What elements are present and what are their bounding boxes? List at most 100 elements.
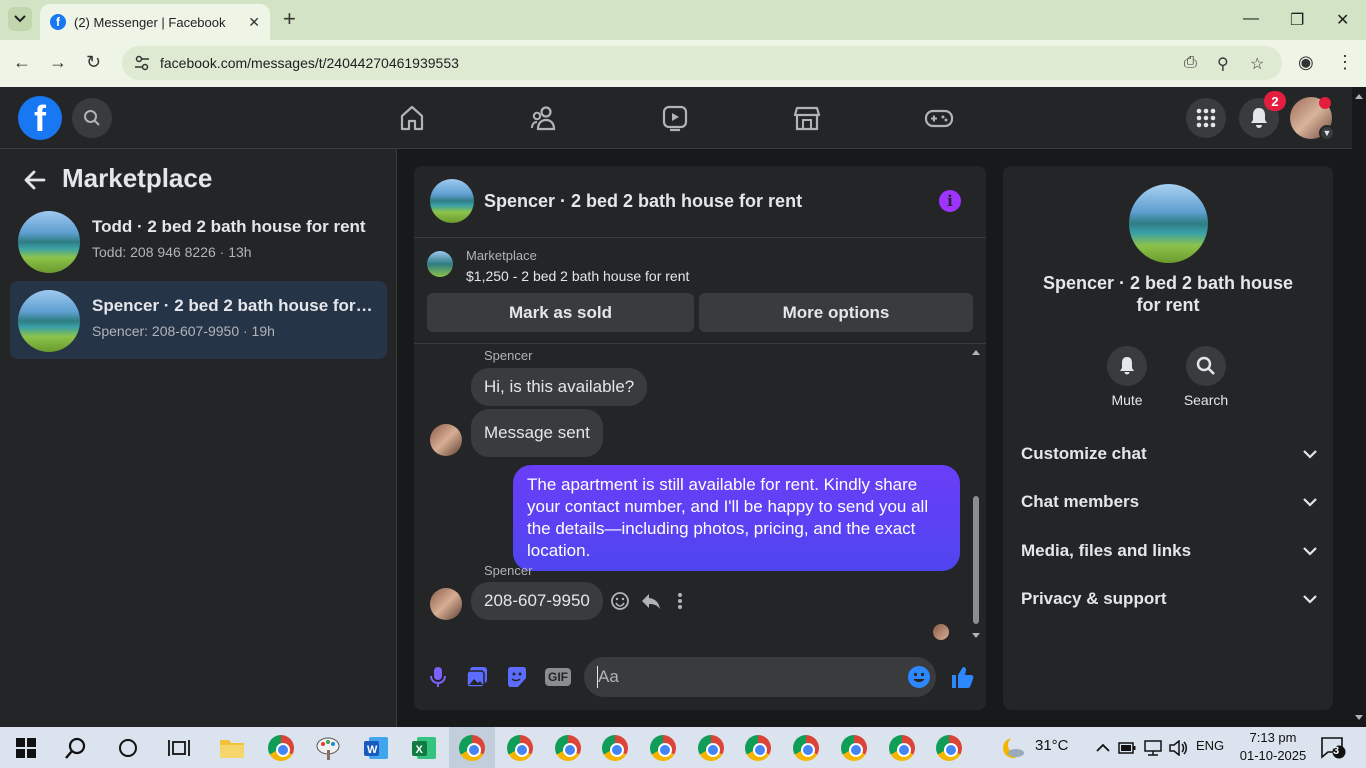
chrome-icon[interactable]: [553, 733, 583, 763]
taskbar-search-icon[interactable]: [61, 733, 91, 763]
temperature-label[interactable]: 31°C: [1035, 737, 1069, 754]
divider: [414, 237, 986, 238]
mute-button[interactable]: [1107, 346, 1147, 386]
profile-icon[interactable]: ◉: [1298, 52, 1314, 73]
menu-grid-button[interactable]: [1186, 98, 1226, 138]
video-icon[interactable]: [661, 104, 689, 137]
marketplace-icon[interactable]: [793, 104, 821, 137]
chrome-icon[interactable]: [505, 733, 535, 763]
chrome-icon[interactable]: [743, 733, 773, 763]
listing-thumbnail: [18, 211, 80, 273]
weather-icon[interactable]: [998, 733, 1028, 763]
zoom-icon[interactable]: ⚲: [1217, 54, 1229, 74]
sticker-icon[interactable]: [506, 666, 528, 693]
chrome-icon[interactable]: [600, 733, 630, 763]
mark-as-sold-button[interactable]: Mark as sold: [427, 293, 694, 332]
menu-dots-icon[interactable]: ⋮: [1336, 52, 1354, 73]
customize-chat-section[interactable]: Customize chat: [1021, 442, 1317, 466]
media-files-section[interactable]: Media, files and links: [1021, 539, 1317, 563]
search-chat-button[interactable]: [1186, 346, 1226, 386]
chat-info-pane: Spencer · 2 bed 2 bath house for rent Mu…: [1003, 166, 1333, 710]
word-icon[interactable]: W: [361, 733, 391, 763]
chat-members-section[interactable]: Chat members: [1021, 490, 1317, 514]
photo-icon[interactable]: [466, 666, 488, 693]
facebook-favicon-icon: f: [50, 14, 66, 30]
windows-start-icon[interactable]: [11, 733, 41, 763]
privacy-support-section[interactable]: Privacy & support: [1021, 587, 1317, 611]
reload-icon[interactable]: ↻: [86, 52, 101, 73]
info-icon[interactable]: i: [939, 190, 961, 212]
chat-title[interactable]: Spencer · 2 bed 2 bath house for rent: [484, 191, 802, 212]
divider: [414, 343, 986, 344]
conversation-item[interactable]: Todd · 2 bed 2 bath house for rent Todd:…: [10, 202, 387, 280]
tab-search-button[interactable]: [8, 7, 32, 31]
browser-tab-bar: f (2) Messenger | Facebook ✕ + — ❐ ✕: [0, 0, 1366, 40]
home-icon[interactable]: [398, 104, 426, 137]
thumbs-up-icon[interactable]: [950, 665, 974, 694]
section-label: Customize chat: [1021, 444, 1147, 463]
chrome-icon[interactable]: [934, 733, 964, 763]
close-window-icon[interactable]: ✕: [1336, 10, 1349, 30]
site-settings-icon[interactable]: [134, 55, 150, 71]
react-emoji-icon[interactable]: [610, 591, 630, 616]
back-icon[interactable]: ←: [13, 52, 31, 73]
minimize-icon[interactable]: —: [1243, 10, 1259, 28]
chat-info-avatar[interactable]: [1129, 184, 1208, 263]
outgoing-message[interactable]: The apartment is still available for ren…: [513, 465, 960, 571]
facebook-logo-icon[interactable]: f: [18, 96, 62, 140]
restore-icon[interactable]: ❐: [1290, 10, 1304, 30]
url-field[interactable]: facebook.com/messages/t/2404427046193955…: [122, 46, 1282, 80]
incoming-message[interactable]: 208-607-9950: [471, 582, 603, 620]
listing-label: Marketplace: [466, 248, 537, 263]
chrome-icon[interactable]: [457, 733, 487, 763]
chrome-icon[interactable]: [266, 733, 296, 763]
listing-thumbnail[interactable]: [427, 251, 453, 277]
message-input[interactable]: Aa: [584, 657, 936, 697]
task-view-icon[interactable]: [164, 733, 194, 763]
more-options-button[interactable]: More options: [699, 293, 973, 332]
cortana-icon[interactable]: [113, 733, 143, 763]
section-label: Privacy & support: [1021, 589, 1167, 608]
back-arrow-icon[interactable]: [22, 167, 48, 198]
gaming-icon[interactable]: [924, 104, 954, 137]
chevron-down-icon[interactable]: ▼: [1319, 125, 1335, 141]
close-tab-icon[interactable]: ✕: [248, 14, 260, 31]
clock[interactable]: 7:13 pm 01-10-2025: [1238, 729, 1308, 765]
chrome-icon[interactable]: [791, 733, 821, 763]
install-app-icon[interactable]: ⎙: [1184, 54, 1197, 72]
scrollbar-thumb[interactable]: [973, 496, 979, 624]
reply-icon[interactable]: [641, 591, 661, 616]
excel-icon[interactable]: X: [409, 733, 439, 763]
file-explorer-icon[interactable]: [217, 733, 247, 763]
paint-icon[interactable]: [313, 733, 343, 763]
friends-icon[interactable]: [530, 104, 558, 137]
chrome-icon[interactable]: [696, 733, 726, 763]
sender-avatar[interactable]: [430, 588, 462, 620]
chrome-icon[interactable]: [839, 733, 869, 763]
new-tab-icon[interactable]: +: [283, 8, 296, 30]
conversation-title: Todd · 2 bed 2 bath house for rent: [92, 217, 366, 236]
forward-icon[interactable]: →: [49, 52, 67, 73]
bell-icon: [1249, 107, 1269, 129]
microphone-icon[interactable]: [430, 666, 446, 693]
listing-price[interactable]: $1,250 - 2 bed 2 bath house for rent: [466, 268, 689, 284]
chrome-icon[interactable]: [648, 733, 678, 763]
chat-avatar[interactable]: [430, 179, 474, 223]
incoming-message[interactable]: Hi, is this available?: [471, 368, 648, 406]
more-icon[interactable]: [676, 591, 684, 616]
page-scrollbar[interactable]: [1352, 87, 1366, 727]
language-indicator[interactable]: ENG: [1196, 738, 1224, 753]
conversation-item-active[interactable]: Spencer · 2 bed 2 bath house for rent Sp…: [10, 281, 387, 359]
gif-icon[interactable]: GIF: [545, 668, 571, 686]
chrome-icon[interactable]: [887, 733, 917, 763]
facebook-search-button[interactable]: [72, 98, 112, 138]
volume-icon[interactable]: [1163, 733, 1193, 763]
browser-tab[interactable]: f (2) Messenger | Facebook ✕: [40, 4, 270, 40]
bookmark-star-icon[interactable]: ☆: [1250, 54, 1264, 74]
url-text: facebook.com/messages/t/2404427046193955…: [160, 55, 459, 71]
mute-label: Mute: [1111, 392, 1143, 408]
emoji-icon[interactable]: [907, 665, 931, 694]
read-receipt-avatar: [933, 624, 949, 640]
incoming-message[interactable]: Message sent: [471, 409, 603, 457]
sender-avatar[interactable]: [430, 424, 462, 456]
